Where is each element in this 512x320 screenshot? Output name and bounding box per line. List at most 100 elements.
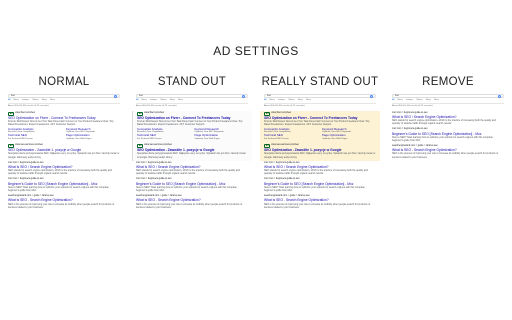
ad-url-text: www.fiverr.com/seo bbox=[144, 112, 165, 115]
column-label-really: REALLY STAND OUT bbox=[261, 76, 379, 88]
tab-maps[interactable]: Maps bbox=[298, 99, 303, 102]
organic-result[interactable]: moz.com > beginners-guide-to-seo What Is … bbox=[132, 161, 252, 178]
tab-news[interactable]: News bbox=[13, 99, 18, 102]
tab-videos[interactable]: Videos bbox=[288, 99, 295, 102]
tab-videos[interactable]: Videos bbox=[160, 99, 167, 102]
sitelink-desc: Fix Technical SEO Issues bbox=[137, 137, 162, 140]
search-query: seo bbox=[267, 94, 271, 98]
ad-snippet: Find an SEO Expert Now & Get Your Task D… bbox=[264, 120, 370, 127]
search-input[interactable]: seo bbox=[264, 94, 376, 98]
tab-news[interactable]: News bbox=[141, 99, 146, 102]
tab-all[interactable]: All bbox=[392, 99, 394, 102]
search-query: seo bbox=[11, 94, 15, 98]
organic-snippet: New to SEO? Start learning how to optimi… bbox=[8, 185, 109, 192]
search-tabs: All News Images Videos Maps More bbox=[8, 99, 120, 105]
sitelink[interactable]: Page Optimization Optimize Your Web Pages bbox=[322, 134, 376, 140]
ad-url-text: www.fiverr.com/seo bbox=[15, 112, 36, 115]
search-input[interactable]: seo bbox=[136, 94, 248, 98]
serp-preview-remove: seo All News Images Videos Maps More About 864,… bbox=[388, 92, 508, 296]
search-icon[interactable] bbox=[114, 94, 117, 98]
search-tabs: All News Images Videos Maps More bbox=[264, 99, 376, 105]
sitelink[interactable]: Page Optimization Optimize Your Web Pages bbox=[195, 134, 249, 140]
column-label-standout: STAND OUT bbox=[157, 76, 227, 88]
organic-result[interactable]: moz.com > beginners-guide-to-seo Beginner… bbox=[260, 177, 380, 194]
organic-result[interactable]: moz.com > beginners-guide-to-seo What Is … bbox=[4, 161, 124, 178]
ad-sitelinks: Competitor Analysis Research Your Competi… bbox=[137, 127, 249, 141]
sitelink[interactable]: Technical SEO Fix Technical SEO Issues bbox=[8, 134, 62, 140]
sitelink-desc: Optimize Your Web Pages bbox=[322, 137, 348, 140]
tab-news[interactable]: News bbox=[397, 99, 402, 102]
ad-result[interactable]: Ad www.fiverr.com/seo SEO Optimization on … bbox=[132, 110, 252, 143]
organic-result[interactable]: searchengineland.com > guide > what-is-s… bbox=[132, 194, 252, 211]
tab-images[interactable]: Images bbox=[22, 99, 29, 102]
search-input[interactable]: seo bbox=[8, 94, 120, 98]
ad-url-text: www.seo-services.com/seo bbox=[271, 144, 299, 147]
organic-snippet: SEO stands for search engine optimizatio… bbox=[136, 169, 240, 176]
result-stats: About 864,000,000 results (0.53 seconds) bbox=[392, 105, 433, 108]
sitelink[interactable]: Technical SEO Fix Technical SEO Issues bbox=[264, 134, 318, 140]
organic-result[interactable]: searchengineland.com > guide > what-is-s… bbox=[260, 194, 380, 211]
organic-result[interactable]: searchengineland.com > guide > what-is-s… bbox=[388, 144, 508, 161]
tab-all[interactable]: All bbox=[264, 99, 266, 102]
organic-result[interactable]: moz.com > beginners-guide-to-seo What Is … bbox=[260, 161, 380, 178]
organic-snippet: SEO stands for search engine optimizatio… bbox=[264, 169, 368, 176]
tab-all[interactable]: All bbox=[8, 99, 10, 102]
tab-videos[interactable]: Videos bbox=[416, 99, 423, 102]
sitelink[interactable]: Page Optimization Optimize Your Web Pages bbox=[66, 134, 120, 140]
tab-news[interactable]: News bbox=[269, 99, 274, 102]
search-input[interactable]: seo bbox=[392, 94, 504, 98]
organic-snippet: SEO is the process of improving your sit… bbox=[264, 202, 371, 209]
column-label-normal: NORMAL bbox=[38, 76, 90, 88]
ad-result[interactable]: Ad www.fiverr.com/seo SEO Optimization on … bbox=[260, 110, 380, 143]
organic-snippet: New to SEO? Start learning how to optimi… bbox=[392, 135, 493, 142]
ad-snippet: Specjalna oferta pozycjonowania SEO. Naj… bbox=[264, 152, 376, 159]
tab-images[interactable]: Images bbox=[278, 99, 285, 102]
tab-all[interactable]: All bbox=[136, 99, 138, 102]
ad-result[interactable]: Ad www.seo-services.com/seo SEO Optimizati… bbox=[132, 142, 252, 161]
ad-result[interactable]: Ad www.seo-services.com/seo SEO Optimizati… bbox=[4, 143, 124, 161]
ad-snippet: Specjalna oferta pozycjonowania SEO. Naj… bbox=[137, 152, 246, 159]
search-icon[interactable] bbox=[498, 94, 501, 98]
organic-snippet: New to SEO? Start learning how to optimi… bbox=[136, 185, 237, 192]
ad-result[interactable]: Ad www.seo-services.com/seo SEO Optimizati… bbox=[260, 142, 380, 161]
serp-preview-normal: seo All News Images Videos Maps More About 864,… bbox=[4, 92, 124, 296]
organic-snippet: SEO is the process of improving your sit… bbox=[8, 202, 115, 209]
sitelink-desc: Optimize Your Web Pages bbox=[194, 137, 221, 140]
sitelink-desc: Optimize Your Web Pages bbox=[66, 137, 92, 140]
column-label-remove: REMOVE bbox=[422, 76, 474, 88]
organic-snippet: SEO stands for search engine optimizatio… bbox=[392, 119, 496, 126]
tab-maps[interactable]: Maps bbox=[42, 99, 47, 102]
search-query: seo bbox=[395, 94, 399, 98]
ad-url-text: www.fiverr.com/seo bbox=[271, 112, 292, 115]
tab-images[interactable]: Images bbox=[150, 99, 157, 102]
ad-sitelinks: Competitor Analysis Research Your Competi… bbox=[264, 127, 376, 141]
search-icon[interactable] bbox=[370, 94, 373, 98]
result-stats: About 864,000,000 results (0.53 seconds) bbox=[264, 105, 305, 108]
search-icon[interactable] bbox=[242, 94, 245, 98]
search-tabs: All News Images Videos Maps More bbox=[392, 99, 504, 105]
tab-images[interactable]: Images bbox=[406, 99, 413, 102]
page-title: AD SETTINGS bbox=[213, 44, 299, 58]
tab-maps[interactable]: Maps bbox=[426, 99, 431, 102]
sitelink[interactable]: Technical SEO Fix Technical SEO Issues bbox=[137, 134, 191, 140]
ad-url-text: www.seo-services.com/seo bbox=[15, 144, 43, 147]
ad-sitelinks: Competitor Analysis Research Your Competi… bbox=[8, 127, 120, 141]
tab-more[interactable]: More bbox=[50, 99, 55, 102]
sitelink-desc: Fix Technical SEO Issues bbox=[264, 137, 289, 140]
sitelink-desc: Fix Technical SEO Issues bbox=[8, 137, 33, 140]
tab-more[interactable]: More bbox=[178, 99, 183, 102]
tab-videos[interactable]: Videos bbox=[32, 99, 39, 102]
tab-maps[interactable]: Maps bbox=[170, 99, 175, 102]
organic-snippet: SEO is the process of improving your sit… bbox=[136, 202, 243, 209]
organic-snippet: New to SEO? Start learning how to optimi… bbox=[264, 185, 365, 192]
ad-result[interactable]: Ad www.fiverr.com/seo SEO Optimization on … bbox=[4, 111, 124, 143]
organic-result[interactable]: moz.com > beginners-guide-to-seo Beginner… bbox=[388, 127, 508, 144]
tab-more[interactable]: More bbox=[306, 99, 311, 102]
result-stats: About 864,000,000 results (0.53 seconds) bbox=[136, 105, 177, 108]
search-tabs: All News Images Videos Maps More bbox=[136, 99, 248, 105]
organic-result[interactable]: moz.com > beginners-guide-to-seo Beginner… bbox=[132, 177, 252, 194]
tab-more[interactable]: More bbox=[434, 99, 439, 102]
organic-result[interactable]: searchengineland.com > guide > what-is-s… bbox=[4, 194, 124, 211]
organic-result[interactable]: moz.com > beginners-guide-to-seo Beginner… bbox=[4, 177, 124, 194]
organic-result[interactable]: moz.com > beginners-guide-to-seo What Is … bbox=[388, 111, 508, 128]
